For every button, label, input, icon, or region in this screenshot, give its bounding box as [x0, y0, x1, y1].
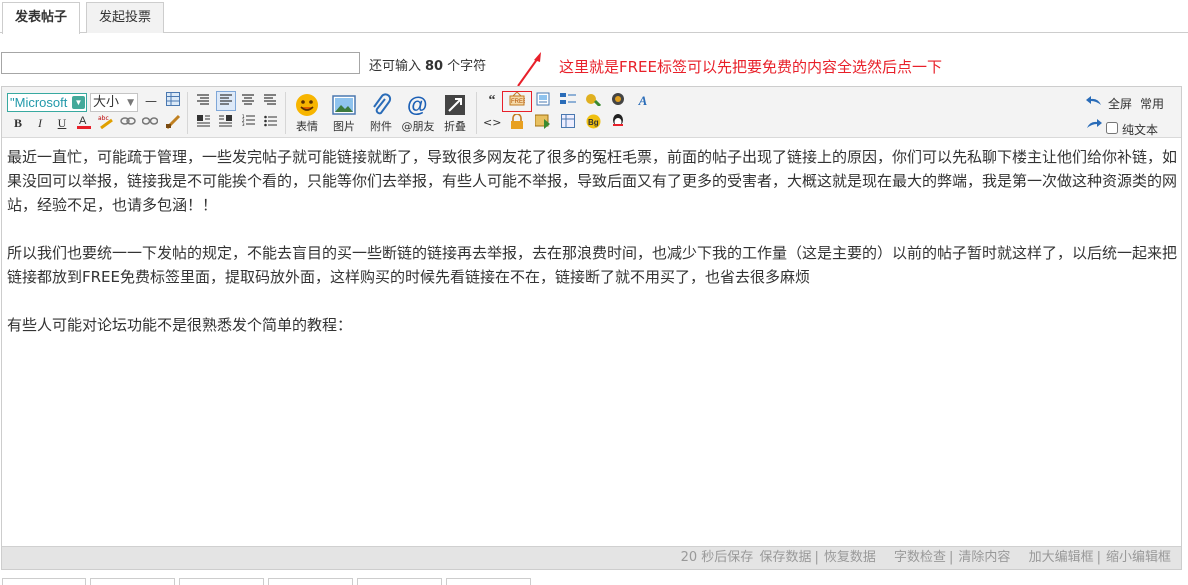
fold-icon — [445, 95, 465, 115]
attachment-button[interactable]: 附件 — [361, 93, 401, 134]
svg-text:abc: abc — [98, 115, 109, 122]
unordered-list-icon[interactable] — [261, 114, 279, 132]
svg-text:FREE: FREE — [511, 99, 525, 105]
font-style-icon[interactable]: A — [634, 92, 652, 110]
svg-text:A: A — [79, 115, 87, 127]
enlarge-editor-link[interactable]: 加大编辑框 — [1029, 550, 1094, 565]
redo-icon[interactable] — [1086, 118, 1102, 130]
font-family-select[interactable]: "Microsoft ▼ — [7, 93, 87, 112]
common-mode-button[interactable]: 常用 — [1140, 95, 1164, 112]
content-paragraph: 所以我们也要统一一下发帖的规定，不能去盲目的买一些断链的链接再去举报，去在那浪费… — [7, 244, 1178, 286]
editor-content[interactable]: 最近一直忙，可能疏于管理，一些发完帖子就可能链接就断了，导致很多网友花了很多的冤… — [7, 145, 1179, 361]
paperclip-icon — [373, 93, 392, 115]
source-code-icon[interactable]: <> — [483, 114, 501, 132]
font-size-value: 大小 — [93, 95, 120, 110]
float-left-icon[interactable] — [194, 114, 212, 132]
svg-text:3: 3 — [242, 122, 245, 126]
emoticon-label: 表情 — [296, 120, 318, 133]
table-icon[interactable] — [164, 92, 182, 110]
bottom-tab[interactable] — [446, 578, 531, 585]
align-justify-icon[interactable] — [216, 91, 236, 111]
qq-icon[interactable] — [609, 114, 627, 132]
spellcheck-icon[interactable]: abc — [97, 114, 115, 132]
svg-text:Bg: Bg — [588, 118, 599, 127]
shrink-editor-link[interactable]: 缩小编辑框 — [1106, 550, 1171, 565]
bottom-tab[interactable] — [357, 578, 442, 585]
counter-prefix: 还可输入 — [369, 59, 422, 74]
smiley-icon — [296, 94, 318, 116]
bottom-tab[interactable] — [179, 578, 264, 585]
bottom-tab[interactable] — [268, 578, 353, 585]
bottom-tab[interactable] — [2, 578, 86, 585]
clear-content-link[interactable]: 清除内容 — [958, 550, 1010, 565]
attachment-label: 附件 — [370, 120, 392, 133]
font-family-value: "Microsoft — [10, 95, 68, 110]
list-table-icon[interactable] — [559, 92, 577, 110]
svg-text:@: @ — [407, 94, 427, 117]
plain-text-label: 纯文本 — [1122, 123, 1159, 137]
font-color-icon[interactable]: A — [75, 114, 93, 132]
editor-mode-controls: 全屏 常用 纯文本 — [1086, 93, 1176, 137]
editor-toolbar: "Microsoft ▼ 大小 ▼ — B I U A abc 1 2 3 表情… — [2, 87, 1181, 138]
flash-icon[interactable] — [609, 92, 627, 110]
save-data-link[interactable]: 保存数据 — [759, 550, 811, 565]
undo-icon[interactable] — [1086, 95, 1102, 107]
at-icon: @ — [407, 94, 427, 117]
fold-label: 折叠 — [444, 120, 466, 133]
underline-icon[interactable]: U — [53, 114, 71, 132]
quote-icon[interactable]: “ — [483, 92, 501, 110]
ordered-list-icon[interactable]: 123 — [239, 114, 257, 132]
fullscreen-button[interactable]: 全屏 — [1108, 95, 1132, 112]
editor-statusbar: 20 秒后保存 保存数据 | 恢复数据 字数检查 | 清除内容 加大编辑框 | 缩小编辑框 — [2, 546, 1181, 569]
content-paragraph: 有些人可能对论坛功能不是很熟悉发个简单的教程： — [7, 316, 353, 334]
toolbar-separator — [476, 92, 477, 134]
free-tag-icon[interactable]: FREE — [508, 91, 527, 110]
italic-icon[interactable]: I — [31, 114, 49, 132]
bottom-options-tabs — [0, 578, 1188, 585]
mention-friend-button[interactable]: @ @朋友 — [398, 93, 438, 134]
image-icon — [332, 95, 356, 115]
image-button[interactable]: 图片 — [324, 93, 364, 134]
counter-suffix: 个字符 — [447, 59, 487, 74]
autosave-countdown: 20 秒后保存 — [680, 550, 754, 565]
hide-content-icon[interactable] — [584, 92, 602, 110]
emoticon-button[interactable]: 表情 — [287, 93, 327, 134]
restore-data-link[interactable]: 恢复数据 — [824, 550, 876, 565]
chevron-down-icon: ▼ — [72, 96, 85, 109]
word-count-link[interactable]: 字数检查 — [894, 550, 946, 565]
title-input[interactable] — [1, 52, 360, 74]
download-icon[interactable] — [534, 114, 552, 132]
image-label: 图片 — [333, 120, 355, 133]
align-left-icon[interactable] — [194, 92, 212, 110]
unlink-icon[interactable] — [141, 114, 159, 132]
char-counter: 还可输入 80 个字符 — [369, 55, 486, 74]
font-size-select[interactable]: 大小 ▼ — [90, 93, 138, 112]
float-right-icon[interactable] — [216, 114, 234, 132]
align-center-icon[interactable] — [239, 92, 257, 110]
bg-icon[interactable]: Bg — [584, 114, 602, 132]
bold-icon[interactable]: B — [9, 114, 27, 132]
post-type-tabs: 发表帖子 发起投票 — [0, 0, 1188, 34]
counter-count: 80 — [425, 59, 444, 74]
toolbar-separator — [187, 92, 188, 134]
plain-text-checkbox[interactable] — [1106, 122, 1118, 134]
tab-poll[interactable]: 发起投票 — [86, 2, 165, 33]
code-page-icon[interactable] — [534, 92, 552, 110]
annotation-text: 这里就是FREE标签可以先把要免费的内容全选然后点一下 — [559, 58, 943, 76]
clear-format-icon[interactable] — [164, 114, 182, 132]
lock-icon[interactable] — [508, 113, 526, 132]
horizontal-rule-icon[interactable]: — — [142, 92, 160, 110]
tab-post[interactable]: 发表帖子 — [2, 2, 81, 34]
mention-label: @朋友 — [401, 120, 435, 133]
bottom-tab[interactable] — [90, 578, 175, 585]
chevron-down-icon: ▼ — [127, 98, 134, 108]
link-icon[interactable] — [119, 114, 137, 132]
content-paragraph: 最近一直忙，可能疏于管理，一些发完帖子就可能链接就断了，导致很多网友花了很多的冤… — [7, 148, 1178, 214]
align-right-icon[interactable] — [261, 92, 279, 110]
toolbar-separator — [285, 92, 286, 134]
fold-button[interactable]: 折叠 — [435, 93, 475, 134]
rich-text-editor: "Microsoft ▼ 大小 ▼ — B I U A abc 1 2 3 表情… — [1, 86, 1182, 570]
columns-icon[interactable] — [559, 114, 577, 132]
